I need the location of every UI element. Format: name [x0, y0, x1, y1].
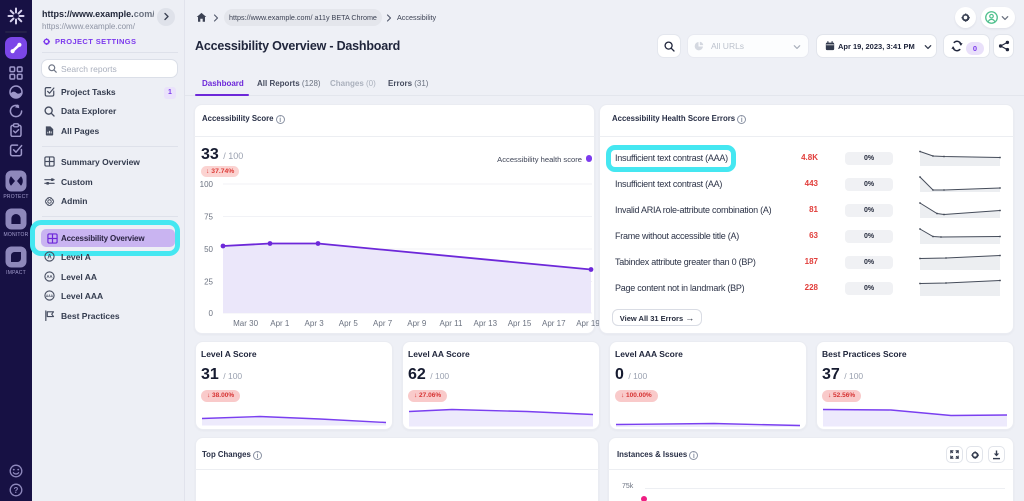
svg-text:Apr 17: Apr 17	[542, 319, 566, 328]
svg-text:Apr 15: Apr 15	[508, 319, 532, 328]
svg-text:50: 50	[204, 245, 213, 254]
svg-text:Apr 7: Apr 7	[373, 319, 393, 328]
svg-text:Apr 11: Apr 11	[440, 319, 464, 328]
svg-text:25: 25	[204, 278, 213, 287]
svg-text:A: A	[47, 255, 52, 261]
svg-text:Apr 9: Apr 9	[407, 319, 427, 328]
svg-text:Apr 19: Apr 19	[576, 319, 600, 328]
svg-text:AA: AA	[46, 274, 52, 279]
svg-text:100: 100	[200, 180, 214, 189]
svg-text:?: ?	[14, 486, 19, 495]
svg-text:Apr 5: Apr 5	[339, 319, 359, 328]
svg-text:75: 75	[204, 213, 213, 222]
svg-text:0: 0	[209, 309, 214, 318]
svg-text:Apr 1: Apr 1	[270, 319, 290, 328]
svg-text:AAA: AAA	[46, 294, 54, 298]
svg-text:Mar 30: Mar 30	[233, 319, 258, 328]
svg-text:Apr 13: Apr 13	[474, 319, 498, 328]
svg-text:Apr 3: Apr 3	[305, 319, 325, 328]
